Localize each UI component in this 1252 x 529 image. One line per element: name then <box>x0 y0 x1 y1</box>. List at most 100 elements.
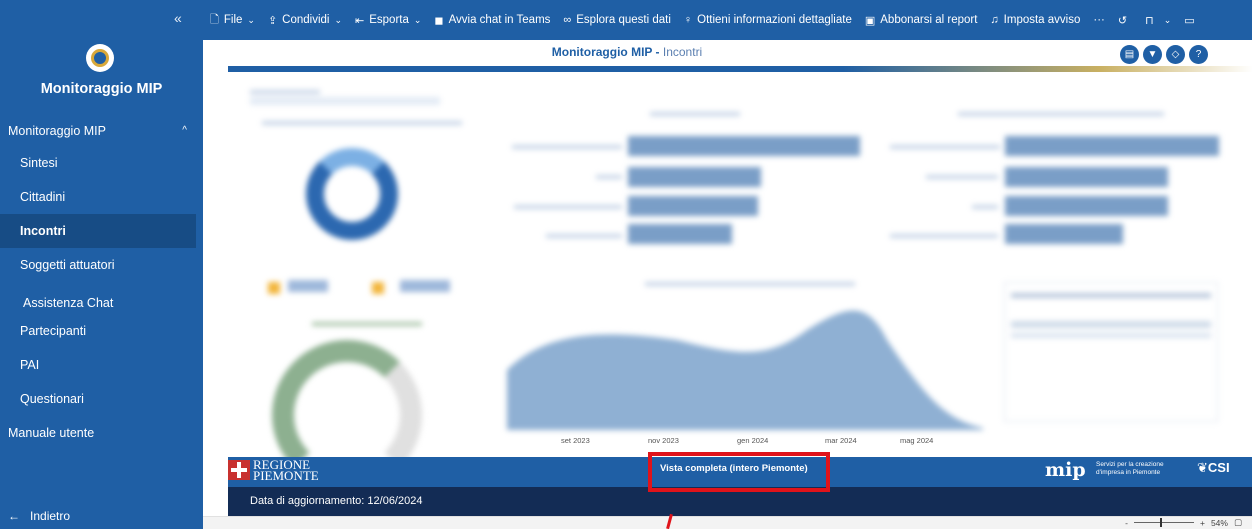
teams-chat-button[interactable]: ◼ Avvia chat in Teams <box>434 14 550 27</box>
sidebar: « Monitoraggio MIP Monitoraggio MIP ^ Si… <box>0 0 203 529</box>
help-button[interactable]: ? <box>1189 45 1208 64</box>
x-tick-label: nov 2023 <box>648 436 679 445</box>
sidebar-item-label: Cittadini <box>20 190 66 204</box>
donut-chart[interactable] <box>306 148 398 240</box>
filter-label <box>250 90 320 94</box>
more-options-button[interactable]: ··· <box>1093 14 1105 26</box>
kpi-value <box>400 280 450 292</box>
bar[interactable] <box>1005 196 1168 216</box>
chevron-down-icon: ⌄ <box>1163 14 1172 25</box>
zoom-in-button[interactable]: + <box>1200 518 1205 528</box>
arrow-left-icon: ← <box>8 509 20 523</box>
bar-label <box>890 145 1000 149</box>
reset-button[interactable]: ↺ <box>1118 14 1132 27</box>
bar[interactable] <box>628 224 732 244</box>
filter-slicer[interactable] <box>250 97 440 105</box>
table-row[interactable] <box>1011 333 1211 338</box>
bar[interactable] <box>628 167 761 187</box>
collapse-sidebar-icon[interactable]: « <box>174 10 182 26</box>
chevron-down-icon: ⌄ <box>247 14 255 25</box>
x-tick-label: gen 2024 <box>737 436 769 445</box>
explore-label: Esplora questi dati <box>576 14 671 26</box>
subscribe-icon: ▣ <box>864 14 876 27</box>
insights-label: Ottieni informazioni dettagliate <box>697 14 852 26</box>
sidebar-item-manuale-utente[interactable]: Manuale utente <box>0 416 203 450</box>
export-icon: ⇤ <box>355 14 365 27</box>
sidebar-item-incontri[interactable]: Incontri <box>0 214 196 248</box>
bar[interactable] <box>628 196 758 216</box>
more-label: ··· <box>1093 14 1105 26</box>
sidebar-item-pai[interactable]: PAI <box>0 348 203 382</box>
status-bar: - + 54% ▢ <box>203 516 1252 529</box>
bar-chart-2-title <box>958 112 1164 116</box>
subscribe-label: Abbonarsi al report <box>880 14 978 26</box>
regione-piemonte-logo-icon <box>86 44 114 72</box>
comment-icon: ▭ <box>1184 14 1195 27</box>
sidebar-item-cittadini[interactable]: Cittadini <box>0 180 203 214</box>
report-title-main: Monitoraggio MIP - <box>551 45 663 59</box>
sidebar-item-questionari[interactable]: Questionari <box>0 382 203 416</box>
area-chart-title <box>645 282 855 286</box>
csi-label: CSI <box>1207 460 1230 475</box>
gauge-title <box>312 322 422 326</box>
export-label: Esporta <box>369 14 409 26</box>
sidebar-group-monitoraggio[interactable]: Monitoraggio MIP ^ <box>0 118 203 144</box>
sidebar-item-label: Questionari <box>20 392 84 406</box>
chevron-down-icon: ⌄ <box>334 14 343 25</box>
bar-label <box>546 234 622 238</box>
update-date: Data di aggiornamento: 12/06/2024 <box>250 495 423 507</box>
bookmark-button[interactable]: ⊓ ⌄ <box>1145 14 1171 27</box>
comment-button[interactable]: ▭ <box>1184 14 1199 27</box>
sidebar-item-partecipanti[interactable]: Partecipanti <box>0 314 203 348</box>
teams-label: Avvia chat in Teams <box>448 14 551 26</box>
help-icon: ? <box>1195 49 1202 60</box>
bell-icon: ♫ <box>990 14 999 26</box>
back-label: Indietro <box>30 509 71 523</box>
summary-table[interactable] <box>1004 282 1218 422</box>
sidebar-item-label: PAI <box>20 358 40 372</box>
reset-icon: ↺ <box>1117 14 1128 27</box>
set-alert-button[interactable]: ♫ Imposta avviso <box>990 14 1080 26</box>
fit-page-icon[interactable]: ▢ <box>1234 517 1242 528</box>
insights-button[interactable]: ♀ Ottieni informazioni dettagliate <box>684 14 852 26</box>
bar[interactable] <box>628 136 860 156</box>
table-row[interactable] <box>1011 321 1211 328</box>
info-button[interactable]: ▤ <box>1120 45 1139 64</box>
subscribe-button[interactable]: ▣ Abbonarsi al report <box>865 14 978 27</box>
clear-filters-button[interactable]: ◇ <box>1166 45 1185 64</box>
regione-line-2: PIEMONTE <box>253 468 319 483</box>
bar[interactable] <box>1005 224 1123 244</box>
document-icon: ▤ <box>1124 49 1135 60</box>
zoom-control[interactable]: - + 54% ▢ <box>1125 517 1242 528</box>
teams-icon: ◼ <box>434 14 444 27</box>
regione-piemonte-logo: REGIONE PIEMONTE <box>228 458 319 483</box>
sidebar-group-label: Monitoraggio MIP <box>8 124 106 138</box>
zoom-slider[interactable] <box>1133 518 1194 527</box>
file-menu[interactable]: 🗋 File ⌄ <box>210 11 255 30</box>
explore-data-button[interactable]: ∞ Esplora questi dati <box>563 14 670 26</box>
zoom-out-button[interactable]: - <box>1125 518 1128 528</box>
area-chart[interactable] <box>507 300 983 430</box>
x-tick-label: mag 2024 <box>900 436 934 445</box>
bar-label <box>596 175 622 179</box>
lightbulb-icon: ♀ <box>683 14 693 26</box>
donut-title <box>262 121 462 125</box>
report-title-sub: Incontri <box>662 45 703 59</box>
mip-tagline-2: d'impresa in Piemonte <box>1096 469 1161 476</box>
back-button[interactable]: ← Indietro <box>0 506 203 526</box>
zoom-level: 54% <box>1210 517 1228 528</box>
filter-button[interactable]: ▼ <box>1143 45 1162 64</box>
export-menu[interactable]: ⇤ Esporta ⌄ <box>355 14 421 27</box>
bar-label <box>926 175 998 179</box>
bar[interactable] <box>1005 167 1168 187</box>
bar[interactable] <box>1005 136 1219 156</box>
csi-logo: ❦CSI <box>1197 460 1230 476</box>
kpi-value <box>288 280 328 292</box>
sidebar-item-label: Incontri <box>20 224 66 238</box>
sidebar-item-sintesi[interactable]: Sintesi <box>0 146 203 180</box>
share-menu[interactable]: ⇪ Condividi ⌄ <box>268 14 342 27</box>
x-tick-label: mar 2024 <box>825 436 857 445</box>
sidebar-item-soggetti-attuatori[interactable]: Soggetti attuatori <box>0 248 203 282</box>
bar-chart-title <box>650 112 740 116</box>
file-label: File <box>223 14 243 26</box>
